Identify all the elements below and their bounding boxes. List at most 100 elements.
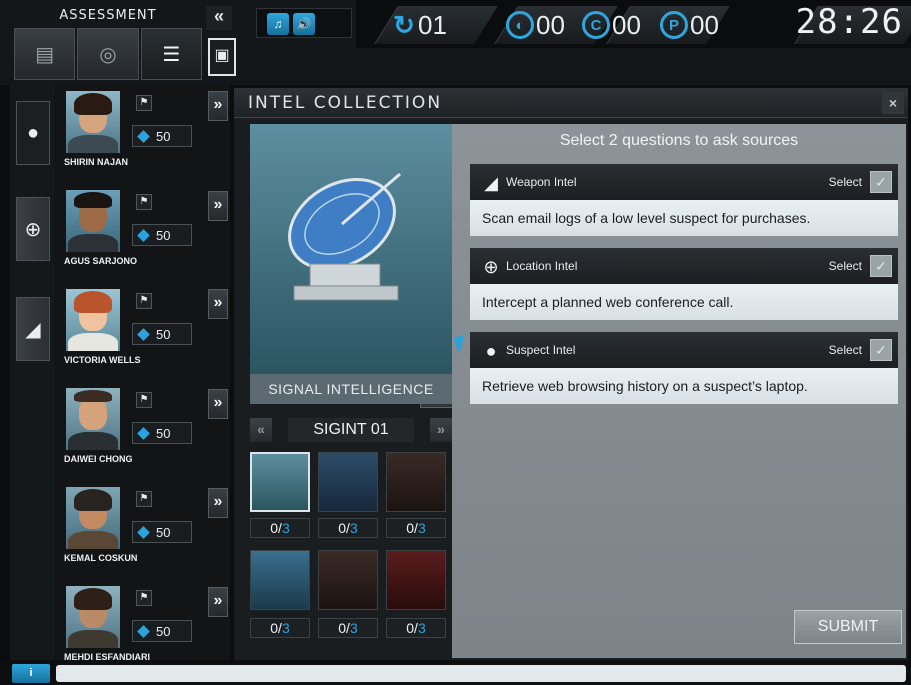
source-thumbnail-phone[interactable] — [250, 550, 310, 610]
turn-counter: ↻ 01 — [392, 6, 447, 44]
eye-tab[interactable]: ◎ — [77, 28, 139, 80]
select-checkbox[interactable]: ✓ — [870, 255, 892, 277]
character-score: 50 — [132, 224, 192, 246]
person-icon: ● — [485, 341, 497, 361]
thumbnail-count: 0/3 — [386, 518, 446, 538]
character-card[interactable]: ⚑ 50 DAIWEI CHONG — [56, 384, 206, 483]
question-weapon[interactable]: ◢ Weapon Intel Select ✓ Scan email logs … — [470, 164, 898, 238]
flag-icon[interactable]: ⚑ — [136, 491, 152, 507]
score-diamond-icon — [137, 426, 150, 440]
assessment-title: ASSESSMENT — [59, 8, 157, 23]
flag-icon[interactable]: ⚑ — [136, 95, 152, 111]
expand-character-button[interactable]: » — [208, 289, 228, 319]
select-checkbox[interactable]: ✓ — [870, 171, 892, 193]
source-thumbnail-satellite[interactable] — [250, 452, 310, 512]
double-chevron-right-icon: » — [437, 421, 445, 437]
source-type-label: SIGNAL INTELLIGENCE — [250, 374, 452, 404]
question-location[interactable]: ⊕ Location Intel Select ✓ Intercept a pl… — [470, 248, 898, 322]
info-button[interactable]: i — [12, 664, 50, 683]
flag-icon[interactable]: ⚑ — [136, 392, 152, 408]
suspects-column: ● ⊕ ◢ ⚑ 50 SHIRIN NAJAN » ⚑ 50 AGUS SARJ… — [10, 85, 230, 662]
select-checkbox[interactable]: ✓ — [870, 339, 892, 361]
document-icon: ▤ — [35, 43, 55, 66]
score-diamond-icon — [137, 228, 150, 242]
flag-icon[interactable]: ⚑ — [136, 293, 152, 309]
p-value: 00 — [690, 9, 719, 40]
question-header: ⊕ Location Intel Select ✓ — [470, 248, 898, 284]
source-thumbnail-person[interactable] — [386, 452, 446, 512]
close-button[interactable]: × — [882, 92, 904, 114]
question-text: Intercept a planned web conference call. — [470, 284, 898, 320]
person-icon: ● — [26, 121, 40, 144]
expand-character-button[interactable]: » — [208, 488, 228, 518]
question-category: Location Intel — [506, 259, 578, 273]
close-icon: × — [888, 95, 898, 111]
question-suspect[interactable]: ● Suspect Intel Select ✓ Retrieve web br… — [470, 332, 898, 406]
character-name: MEHDI ESFANDIARI — [64, 652, 151, 662]
character-name: KEMAL COSKUN — [64, 553, 138, 563]
sound-toggle[interactable]: 🔊 — [293, 13, 315, 35]
source-thumbnail-person[interactable] — [318, 550, 378, 610]
expand-character-button[interactable]: » — [208, 587, 228, 617]
location-category-tab[interactable]: ⊕ — [16, 197, 50, 261]
profile-card-icon: ▣ — [214, 47, 230, 64]
character-name: VICTORIA WELLS — [64, 355, 141, 365]
character-score: 50 — [132, 521, 192, 543]
source-thumbnail-person[interactable] — [386, 550, 446, 610]
checklist-tab[interactable]: ☰ — [140, 28, 202, 80]
info-icon: i — [29, 667, 33, 679]
intel-collection-panel: INTEL COLLECTION × ^ SIGNAL INTELLIGENCE… — [234, 88, 908, 660]
previous-source-button[interactable]: « — [250, 418, 272, 442]
flag-icon[interactable]: ⚑ — [136, 194, 152, 210]
profile-button[interactable]: ▣ — [208, 38, 236, 76]
character-card[interactable]: ⚑ 50 KEMAL COSKUN — [56, 483, 206, 582]
document-tab[interactable]: ▤ — [14, 28, 76, 80]
character-card[interactable]: ⚑ 50 AGUS SARJONO — [56, 186, 206, 285]
checklist-icon: ☰ — [162, 43, 181, 66]
select-label: Select — [828, 175, 862, 189]
collapse-assessment-button[interactable]: « — [206, 6, 232, 30]
weapon-category-tab[interactable]: ◢ — [16, 297, 50, 361]
intel-title: INTEL COLLECTION — [248, 93, 443, 113]
submit-button[interactable]: SUBMIT — [794, 610, 902, 644]
question-text: Scan email logs of a low level suspect f… — [470, 200, 898, 236]
select-label: Select — [828, 343, 862, 357]
thumbnail-count: 0/3 — [386, 618, 446, 638]
turn-value: 01 — [418, 9, 447, 40]
expand-character-button[interactable]: » — [208, 389, 228, 419]
character-card[interactable]: ⚑ 50 SHIRIN NAJAN — [56, 87, 206, 186]
thumbnail-count: 0/3 — [318, 618, 378, 638]
question-category: Suspect Intel — [506, 343, 576, 357]
character-score: 50 — [132, 422, 192, 444]
expand-character-button[interactable]: » — [208, 191, 228, 221]
source-navigator: « SIGINT 01 » — [250, 418, 452, 442]
category-rail: ● ⊕ ◢ — [10, 85, 54, 660]
music-toggle[interactable]: ♫ — [267, 13, 289, 35]
music-icon: ♫ — [273, 17, 283, 31]
stat-strip: ↻ 01 ◐ 00 C 00 P 00 28:26 — [356, 0, 911, 48]
score-diamond-icon — [137, 525, 150, 539]
expand-character-button[interactable]: » — [208, 91, 228, 121]
character-card[interactable]: ⚑ 50 VICTORIA WELLS — [56, 285, 206, 384]
globe-pin-icon: ⊕ — [24, 218, 42, 241]
source-thumbnail-laptop[interactable] — [318, 452, 378, 512]
assessment-tabs: ▤ ◎ ☰ — [14, 28, 202, 80]
question-header: ◢ Weapon Intel Select ✓ — [470, 164, 898, 200]
globe-pin-icon: ⊕ — [483, 257, 499, 277]
audio-controls: ♫ 🔊 — [256, 8, 352, 38]
suspect-category-tab[interactable]: ● — [16, 101, 50, 165]
character-portrait — [66, 586, 120, 648]
character-portrait — [66, 388, 120, 450]
flag-icon[interactable]: ⚑ — [136, 590, 152, 606]
globe-icon: ◐ — [506, 11, 534, 39]
message-field[interactable] — [56, 665, 906, 682]
globe-counter: ◐ 00 — [506, 6, 565, 44]
question-header: ● Suspect Intel Select ✓ — [470, 332, 898, 368]
question-text: Retrieve web browsing history on a suspe… — [470, 368, 898, 404]
character-name: DAIWEI CHONG — [64, 454, 133, 464]
next-source-button[interactable]: » — [430, 418, 452, 442]
character-name: SHIRIN NAJAN — [64, 157, 129, 167]
intel-header: INTEL COLLECTION × — [234, 88, 908, 118]
p-badge-icon: P — [660, 11, 688, 39]
c-badge-icon: C — [582, 11, 610, 39]
